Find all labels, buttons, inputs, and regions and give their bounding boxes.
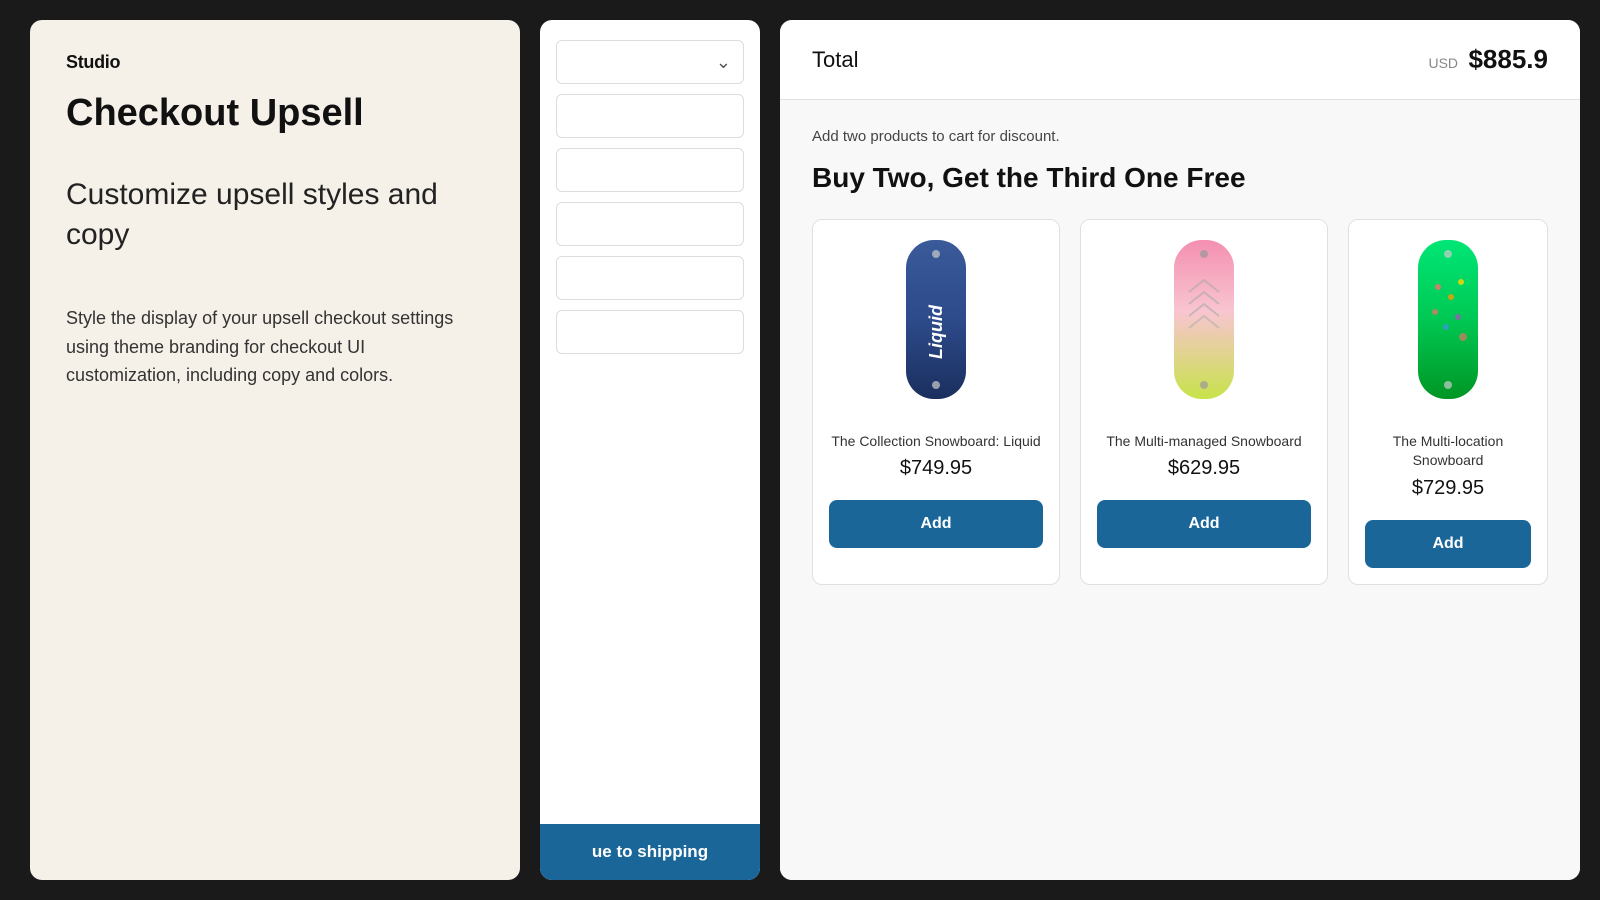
middle-panel: ue to shipping [540,20,760,880]
form-field-6[interactable] [556,310,744,354]
product-price-2: $629.95 [1097,457,1311,480]
form-field-2[interactable] [556,94,744,138]
form-field-3[interactable] [556,148,744,192]
total-amount-area: USD $885.9 [1428,44,1548,75]
discount-note: Add two products to cart for discount. [812,128,1548,145]
product-name-3: The Multi-location Snowboard [1365,432,1531,471]
snowboard-image-1: Liquid [901,232,971,407]
upsell-title: Buy Two, Get the Third One Free [812,161,1548,195]
product-card-1: Liquid The Collection Snowboard: Liquid … [812,219,1060,585]
product-price-1: $749.95 [829,457,1043,480]
total-amount: $885.9 [1468,44,1548,74]
product-card-3: The Multi-location Snowboard $729.95 Add [1348,219,1548,585]
products-grid: Liquid The Collection Snowboard: Liquid … [812,219,1548,585]
upsell-section: Add two products to cart for discount. B… [780,100,1580,880]
product-info-2: The Multi-managed Snowboard $629.95 [1081,420,1327,501]
product-price-3: $729.95 [1365,477,1531,500]
product-info-3: The Multi-location Snowboard $729.95 [1349,420,1547,520]
total-label: Total [812,47,858,73]
product-name-1: The Collection Snowboard: Liquid [829,432,1043,452]
panel-title: Checkout Upsell [66,93,484,135]
right-panel: Total USD $885.9 Add two products to car… [780,20,1580,880]
product-image-2 [1081,220,1327,420]
product-info-1: The Collection Snowboard: Liquid $749.95 [813,420,1059,501]
product-card-2: The Multi-managed Snowboard $629.95 Add [1080,219,1328,585]
panel-description-sub: Style the display of your upsell checkou… [66,304,484,390]
left-panel: Studio Checkout Upsell Customize upsell … [30,20,520,880]
snowboard-image-3 [1413,232,1483,407]
studio-logo: Studio [66,52,484,73]
add-button-2[interactable]: Add [1097,500,1311,548]
order-summary: Total USD $885.9 [780,20,1580,100]
continue-to-shipping-button[interactable]: ue to shipping [540,824,760,880]
svg-text:Liquid: Liquid [926,304,946,359]
product-name-2: The Multi-managed Snowboard [1097,432,1311,452]
product-image-3 [1349,220,1547,420]
add-button-1[interactable]: Add [829,500,1043,548]
form-field-1[interactable] [556,40,744,84]
snowboard-image-2 [1169,232,1239,407]
form-field-4[interactable] [556,202,744,246]
add-button-3[interactable]: Add [1365,520,1531,568]
product-image-1: Liquid [813,220,1059,420]
form-field-5[interactable] [556,256,744,300]
panel-description-main: Customize upsell styles and copy [66,175,484,256]
total-currency: USD [1428,55,1458,71]
